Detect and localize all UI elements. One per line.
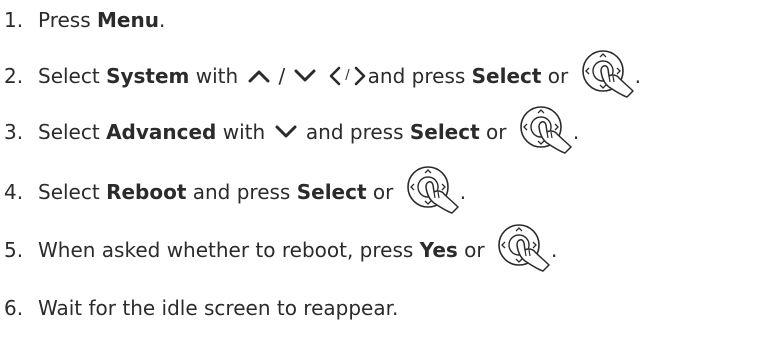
step-2: 2. Select System with / / and press Sele… [4, 50, 641, 99]
step-text: and press [186, 180, 297, 204]
step-text: . [158, 8, 166, 32]
chevron-left-icon [329, 66, 341, 86]
step-text: with [216, 120, 272, 144]
step-text: When asked whether to reboot, press [38, 238, 420, 262]
step-6: 6. Wait for the idle screen to reappear. [4, 288, 398, 328]
step-text: . [572, 120, 580, 144]
separator-slash: / [278, 64, 286, 88]
step-text: Select [38, 120, 107, 144]
step-number: 2. [4, 64, 24, 88]
step-text: with [189, 64, 245, 88]
menu-name-reboot: Reboot [106, 180, 187, 204]
step-number: 6. [4, 296, 24, 320]
step-text: . [634, 64, 641, 88]
step-text: Select [38, 180, 107, 204]
step-3: 3. Select Advanced with and press Select… [4, 106, 580, 155]
step-text: or [366, 180, 400, 204]
step-text: Press [38, 8, 97, 32]
step-number: 1. [4, 8, 24, 32]
chevron-right-icon [354, 66, 366, 86]
chevron-down-icon [275, 125, 297, 139]
step-text: Select [38, 64, 107, 88]
key-name-yes: Yes [419, 238, 458, 262]
nav-key-press-icon [579, 50, 635, 99]
chevron-up-icon [248, 69, 270, 83]
step-text: and press [367, 64, 472, 88]
step-text: or [479, 120, 513, 144]
key-name-menu: Menu [97, 8, 159, 32]
step-5: 5. When asked whether to reboot, press Y… [4, 224, 558, 273]
key-name-select: Select [409, 120, 480, 144]
instruction-steps: 1. Press Menu . 2. Select System with / … [0, 0, 784, 355]
step-text: Wait for the idle screen to reappear. [38, 296, 399, 320]
key-name-select: Select [471, 64, 542, 88]
menu-name-system: System [106, 64, 190, 88]
step-text: . [459, 180, 467, 204]
step-number: 5. [4, 238, 24, 262]
chevron-down-icon [294, 69, 316, 83]
step-number: 3. [4, 120, 24, 144]
step-text: or [541, 64, 575, 88]
menu-name-advanced: Advanced [106, 120, 217, 144]
nav-key-press-icon [495, 224, 551, 273]
step-4: 4. Select Reboot and press Select or . [4, 166, 467, 215]
step-text: or [457, 238, 491, 262]
separator-slash: / [345, 68, 350, 83]
step-text: . [550, 238, 558, 262]
nav-key-press-icon [404, 166, 460, 215]
step-number: 4. [4, 180, 24, 204]
nav-key-press-icon [517, 106, 573, 155]
step-text: and press [299, 120, 410, 144]
key-name-select: Select [296, 180, 367, 204]
step-1: 1. Press Menu . [4, 0, 165, 40]
